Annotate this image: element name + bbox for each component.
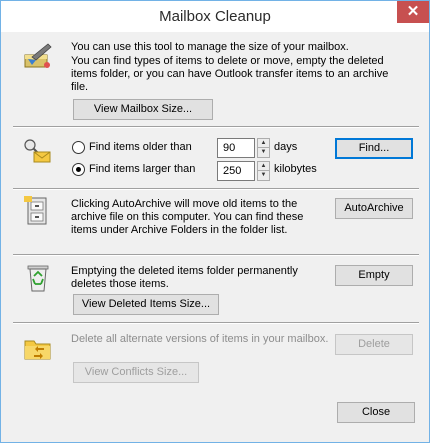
- conflicts-description-text: Delete all alternate versions of items i…: [71, 333, 329, 345]
- older-days-spinner[interactable]: ▲ ▼: [257, 138, 270, 158]
- divider: [13, 188, 419, 190]
- broom-cleanup-icon: [24, 43, 52, 68]
- window-close-button[interactable]: ✕: [397, 1, 429, 23]
- conflict-folder-icon: [24, 340, 51, 360]
- older-days-unit: days: [274, 141, 298, 153]
- spin-down-icon[interactable]: ▼: [258, 148, 269, 157]
- close-button[interactable]: Close: [337, 402, 415, 423]
- larger-kb-unit: kilobytes: [274, 163, 317, 175]
- dialog-body: You can use this tool to manage the size…: [9, 32, 421, 436]
- divider: [13, 126, 419, 128]
- find-older-label: Find items older than: [89, 141, 192, 153]
- title-bar[interactable]: Mailbox Cleanup ✕: [1, 1, 429, 32]
- empty-button[interactable]: Empty: [335, 265, 413, 286]
- autoarchive-button[interactable]: AutoArchive: [335, 198, 413, 219]
- find-button[interactable]: Find...: [335, 138, 413, 159]
- empty-deleted-description-text: Emptying the deleted items folder perman…: [71, 265, 298, 290]
- spin-up-icon[interactable]: ▲: [258, 162, 269, 171]
- mailbox-description-text: You can find types of items to delete or…: [71, 55, 389, 93]
- view-conflicts-size-button[interactable]: View Conflicts Size...: [73, 362, 199, 383]
- archive-cabinet-icon: [24, 196, 47, 225]
- find-search-icon: [24, 139, 51, 163]
- find-larger-radio[interactable]: [72, 163, 85, 176]
- find-older-radio[interactable]: [72, 141, 85, 154]
- find-larger-label: Find items larger than: [89, 163, 196, 175]
- view-deleted-items-size-button[interactable]: View Deleted Items Size...: [73, 294, 219, 315]
- close-icon: ✕: [406, 3, 420, 20]
- mailbox-cleanup-dialog: Mailbox Cleanup ✕ You can use this tool …: [0, 0, 430, 443]
- autoarchive-description-text: Clicking AutoArchive will move old items…: [71, 198, 304, 236]
- larger-kb-spinner[interactable]: ▲ ▼: [257, 161, 270, 181]
- spin-up-icon[interactable]: ▲: [258, 139, 269, 148]
- window-title: Mailbox Cleanup: [159, 8, 271, 25]
- mailbox-intro-text: You can use this tool to manage the size…: [71, 41, 349, 53]
- spin-down-icon[interactable]: ▼: [258, 171, 269, 180]
- larger-kb-input[interactable]: 250: [217, 161, 255, 181]
- delete-conflicts-button[interactable]: Delete: [335, 334, 413, 355]
- divider: [13, 254, 419, 256]
- divider: [13, 322, 419, 324]
- view-mailbox-size-button[interactable]: View Mailbox Size...: [73, 99, 213, 120]
- recycle-bin-icon: [27, 265, 49, 292]
- older-days-input[interactable]: 90: [217, 138, 255, 158]
